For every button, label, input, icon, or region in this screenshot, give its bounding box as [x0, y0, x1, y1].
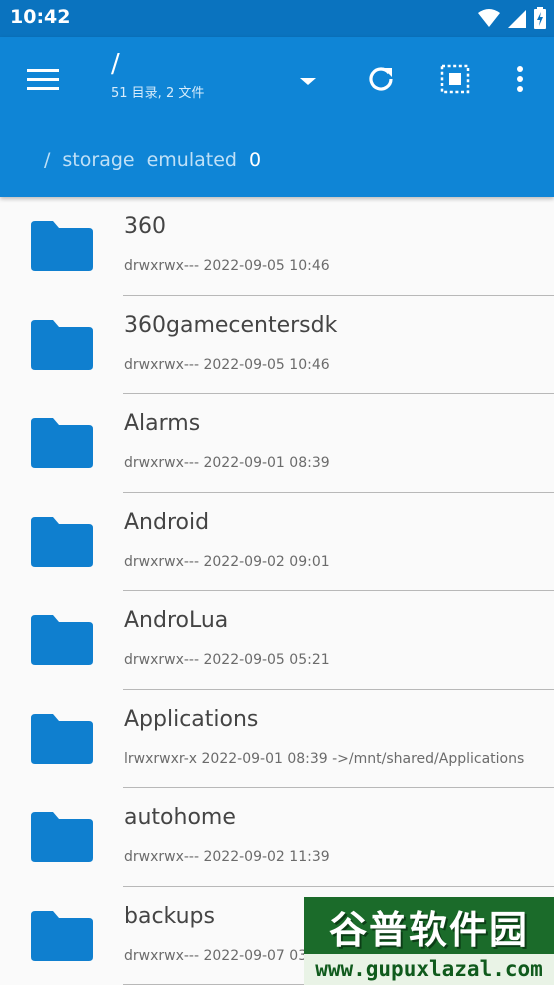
hamburger-icon	[27, 69, 59, 90]
watermark-title: 谷普软件园	[328, 908, 529, 952]
folder-icon	[31, 516, 93, 567]
page-subtitle: 51 目录, 2 文件	[111, 86, 205, 101]
breadcrumb-root[interactable]: /	[44, 149, 50, 171]
refresh-button[interactable]	[366, 64, 396, 94]
file-name: backups	[124, 903, 215, 929]
signal-icon	[508, 10, 526, 28]
file-list: 360 drwxrwx--- 2022-09-05 10:46 360gamec…	[0, 197, 554, 985]
breadcrumb-storage[interactable]: storage	[62, 149, 134, 171]
list-item[interactable]: 360 drwxrwx--- 2022-09-05 10:46	[0, 197, 554, 296]
file-meta: drwxrwx--- 2022-09-05 10:46	[124, 356, 330, 373]
file-meta: drwxrwx--- 2022-09-01 08:39	[124, 455, 330, 471]
list-item[interactable]: Applications lrwxrwxr-x 2022-09-01 08:39…	[0, 690, 554, 788]
file-name: Alarms	[124, 411, 201, 436]
page-title: /	[111, 49, 120, 79]
file-name: autohome	[124, 805, 236, 830]
folder-icon	[31, 910, 93, 961]
file-meta: drwxrwx--- 2022-09-02 09:01	[124, 553, 330, 570]
file-name: Android	[124, 509, 210, 535]
list-item[interactable]: Android drwxrwx--- 2022-09-02 09:01	[0, 493, 554, 591]
select-all-icon	[440, 64, 470, 94]
folder-icon	[31, 615, 93, 665]
folder-icon	[31, 319, 93, 370]
list-item[interactable]: 360gamecentersdk drwxrwx--- 2022-09-05 1…	[0, 296, 554, 394]
chevron-down-icon	[300, 78, 316, 85]
folder-icon	[31, 221, 93, 271]
file-meta: drwxrwx--- 2022-09-05 10:46	[124, 258, 330, 274]
watermark: 谷普软件园 www.gupuxlazal.com	[304, 897, 554, 985]
watermark-url: www.gupuxlazal.com	[304, 954, 554, 985]
file-name: 360gamecentersdk	[124, 312, 338, 338]
list-item[interactable]: AndroLua drwxrwx--- 2022-09-05 05:21	[0, 591, 554, 690]
file-meta: lrwxrwxr-x 2022-09-01 08:39 ->/mnt/share…	[124, 750, 525, 767]
more-options-button[interactable]	[510, 64, 530, 94]
status-icons	[478, 7, 546, 29]
wifi-icon	[478, 9, 500, 27]
battery-icon	[534, 7, 546, 29]
refresh-icon	[369, 67, 393, 91]
folder-icon	[31, 713, 93, 764]
file-meta: drwxrwx--- 2022-09-02 11:39	[124, 849, 330, 865]
file-name: Applications	[124, 706, 259, 732]
list-item[interactable]: autohome drwxrwx--- 2022-09-02 11:39	[0, 788, 554, 887]
list-item[interactable]: Alarms drwxrwx--- 2022-09-01 08:39	[0, 394, 554, 493]
breadcrumb: / storage emulated 0	[44, 149, 261, 171]
file-name: 360	[124, 214, 166, 239]
file-meta: drwxrwx--- 2022-09-05 05:21	[124, 652, 330, 668]
status-time: 10:42	[10, 6, 71, 28]
breadcrumb-emulated[interactable]: emulated	[147, 149, 237, 171]
app-bar: / 51 目录, 2 文件 / storage emulated 0	[0, 37, 554, 197]
menu-button[interactable]	[27, 68, 59, 92]
select-all-button[interactable]	[440, 64, 470, 94]
status-bar: 10:42	[0, 0, 554, 37]
folder-icon	[31, 812, 93, 862]
folder-icon	[31, 418, 93, 468]
file-name: AndroLua	[124, 608, 229, 633]
more-vert-icon	[517, 66, 523, 92]
dropdown-button[interactable]	[298, 73, 318, 87]
breadcrumb-current[interactable]: 0	[249, 149, 261, 171]
file-meta: drwxrwx--- 2022-09-07 03:06	[124, 947, 330, 964]
